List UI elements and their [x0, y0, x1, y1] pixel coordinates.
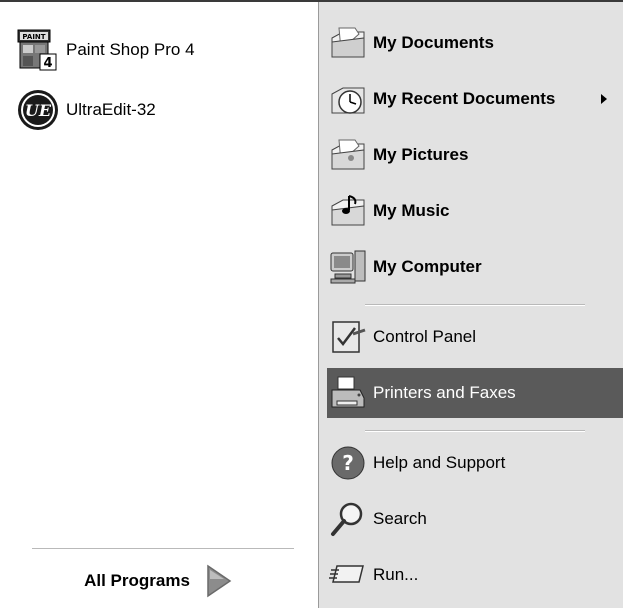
svg-text:UE: UE [25, 101, 52, 120]
svg-text:4: 4 [43, 56, 52, 71]
tools-item-search[interactable]: Search [329, 494, 619, 544]
start-menu: PAINT 4 Paint Shop Pro 4 UE UltraEdit-32… [0, 0, 623, 608]
all-programs-button[interactable]: All Programs [0, 554, 318, 608]
place-label: My Music [373, 201, 450, 220]
submenu-arrow-icon [601, 94, 607, 104]
my-music-icon [329, 192, 367, 230]
search-icon [329, 500, 367, 538]
settings-item-printers-and-faxes[interactable]: Printers and Faxes [327, 368, 623, 418]
tools-label: Search [373, 509, 427, 528]
settings-label: Control Panel [373, 327, 477, 346]
settings-item-control-panel[interactable]: Control Panel [329, 312, 619, 362]
control-panel-icon [329, 318, 367, 356]
separator [32, 548, 294, 550]
place-label: My Documents [373, 33, 494, 52]
help-icon: ? [329, 444, 367, 482]
green-arrow-icon [204, 564, 234, 598]
tools-item-run[interactable]: Run... [329, 550, 619, 600]
place-item-my-recent-documents[interactable]: My Recent Documents [329, 74, 619, 124]
tools-label: Run... [373, 565, 419, 584]
place-item-my-documents[interactable]: My Documents [329, 18, 619, 68]
place-item-my-music[interactable]: My Music [329, 186, 619, 236]
tools-label: Help and Support [373, 453, 506, 472]
svg-text:?: ? [342, 451, 354, 475]
place-label: My Computer [373, 257, 482, 276]
tools-item-help-and-support[interactable]: ? Help and Support [329, 438, 619, 488]
program-item-ultraedit[interactable]: UE UltraEdit-32 [16, 82, 306, 138]
program-label: Paint Shop Pro 4 [66, 40, 195, 59]
ultraedit-icon: UE [16, 88, 60, 132]
place-item-my-computer[interactable]: My Computer [329, 242, 619, 292]
places-panel: My Documents My Recent Documents My Pict… [318, 2, 623, 608]
pinned-programs-panel: PAINT 4 Paint Shop Pro 4 UE UltraEdit-32… [0, 2, 318, 608]
place-label: My Recent Documents [373, 89, 556, 108]
recent-documents-icon [329, 80, 367, 118]
all-programs-label: All Programs [84, 571, 190, 590]
svg-text:PAINT: PAINT [22, 33, 45, 41]
program-label: UltraEdit-32 [66, 100, 156, 119]
my-pictures-icon [329, 136, 367, 174]
my-documents-icon [329, 24, 367, 62]
my-computer-icon [329, 248, 367, 286]
settings-label: Printers and Faxes [373, 383, 516, 402]
separator [365, 430, 585, 432]
separator [365, 304, 585, 306]
program-item-paint-shop-pro[interactable]: PAINT 4 Paint Shop Pro 4 [16, 22, 306, 78]
printer-icon [329, 374, 367, 412]
paint-shop-pro-icon: PAINT 4 [16, 28, 60, 72]
place-item-my-pictures[interactable]: My Pictures [329, 130, 619, 180]
place-label: My Pictures [373, 145, 469, 164]
run-icon [329, 556, 367, 594]
